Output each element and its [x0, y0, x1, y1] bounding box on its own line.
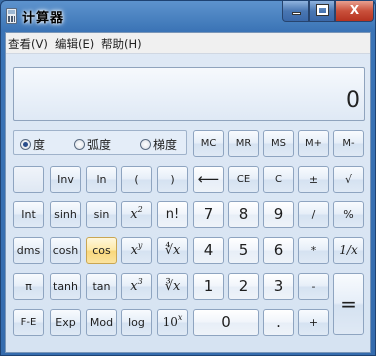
mc-button[interactable]: MC — [193, 130, 224, 157]
lparen-button[interactable]: ( — [121, 166, 152, 193]
pi-button[interactable]: π — [13, 273, 44, 300]
calculator-app-icon — [6, 8, 17, 24]
angle-unit-group: 度 弧度 梯度 — [13, 130, 187, 155]
digit-7-button[interactable]: 7 — [193, 201, 224, 228]
percent-button[interactable]: % — [333, 201, 364, 228]
x-squared-button[interactable]: x2 — [121, 201, 152, 228]
ms-button[interactable]: MS — [263, 130, 294, 157]
menu-help[interactable]: 帮助(H) — [101, 36, 142, 52]
cos-button[interactable]: cos — [86, 237, 117, 264]
menu-view[interactable]: 查看(V) — [8, 36, 48, 52]
digit-3-button[interactable]: 3 — [263, 273, 294, 300]
menu-bar: 查看(V) 编辑(E) 帮助(H) — [6, 33, 370, 54]
mplus-button[interactable]: M+ — [298, 130, 329, 157]
ce-button[interactable]: CE — [228, 166, 259, 193]
digit-8-button[interactable]: 8 — [228, 201, 259, 228]
decimal-button[interactable]: . — [263, 309, 294, 336]
equals-button[interactable]: = — [333, 273, 364, 335]
digit-0-button[interactable]: 0 — [193, 309, 259, 336]
radio-gradians[interactable]: 梯度 — [140, 136, 177, 153]
maximize-icon — [316, 4, 329, 16]
divide-button[interactable]: / — [298, 201, 329, 228]
backspace-icon: ⟵ — [197, 170, 220, 188]
calculator-body: 查看(V) 编辑(E) 帮助(H) 0 度 弧度 梯度 MC MR MS M+ … — [5, 32, 371, 353]
sqrt-button[interactable]: √ — [333, 166, 364, 193]
radio-degrees[interactable]: 度 — [20, 136, 45, 153]
close-button[interactable]: X — [335, 1, 374, 22]
cosh-button[interactable]: cosh — [50, 237, 81, 264]
calculator-window: 计算器 X 查看(V) 编辑(E) 帮助(H) 0 度 弧度 梯度 MC MR … — [0, 0, 376, 356]
rparen-button[interactable]: ) — [157, 166, 188, 193]
subtract-button[interactable]: - — [298, 273, 329, 300]
digit-6-button[interactable]: 6 — [263, 237, 294, 264]
radio-radians[interactable]: 弧度 — [74, 136, 111, 153]
plusminus-button[interactable]: ± — [298, 166, 329, 193]
digit-1-button[interactable]: 1 — [193, 273, 224, 300]
c-button[interactable]: C — [263, 166, 294, 193]
ln-button[interactable]: ln — [86, 166, 117, 193]
x-cubed-button[interactable]: x3 — [121, 273, 152, 300]
tan-button[interactable]: tan — [86, 273, 117, 300]
radio-unselected-icon — [140, 139, 151, 150]
backspace-button[interactable]: ⟵ — [193, 166, 224, 193]
digit-4-button[interactable]: 4 — [193, 237, 224, 264]
digit-2-button[interactable]: 2 — [228, 273, 259, 300]
factorial-button[interactable]: n! — [157, 201, 188, 228]
ten-power-x-button[interactable]: 10x — [157, 309, 188, 336]
add-button[interactable]: + — [298, 309, 329, 336]
mr-button[interactable]: MR — [228, 130, 259, 157]
dms-button[interactable]: dms — [13, 237, 44, 264]
log-button[interactable]: log — [121, 309, 152, 336]
exp-button[interactable]: Exp — [50, 309, 81, 336]
close-icon: X — [349, 3, 360, 17]
int-button[interactable]: Int — [13, 201, 44, 228]
sinh-button[interactable]: sinh — [50, 201, 81, 228]
digit-5-button[interactable]: 5 — [228, 237, 259, 264]
fe-button[interactable]: F-E — [13, 309, 44, 336]
y-root-x-button[interactable]: ∜x — [157, 237, 188, 264]
display-value: 0 — [346, 88, 360, 113]
reciprocal-button[interactable]: 1/x — [333, 237, 364, 264]
sin-button[interactable]: sin — [86, 201, 117, 228]
result-display: 0 — [13, 67, 365, 121]
digit-9-button[interactable]: 9 — [263, 201, 294, 228]
blank-button[interactable] — [13, 166, 44, 193]
multiply-button[interactable]: * — [298, 237, 329, 264]
x-power-y-button[interactable]: xy — [121, 237, 152, 264]
minimize-icon — [292, 12, 301, 15]
mminus-button[interactable]: M- — [333, 130, 364, 157]
maximize-button[interactable] — [309, 1, 335, 22]
mod-button[interactable]: Mod — [86, 309, 117, 336]
window-title: 计算器 — [22, 11, 65, 26]
minimize-button[interactable] — [282, 1, 309, 22]
radio-unselected-icon — [74, 139, 85, 150]
tanh-button[interactable]: tanh — [50, 273, 81, 300]
title-bar[interactable]: 计算器 X — [1, 1, 375, 32]
cube-root-button[interactable]: ∛x — [157, 273, 188, 300]
menu-edit[interactable]: 编辑(E) — [55, 36, 94, 52]
radio-selected-icon — [20, 139, 31, 150]
inv-button[interactable]: Inv — [50, 166, 81, 193]
